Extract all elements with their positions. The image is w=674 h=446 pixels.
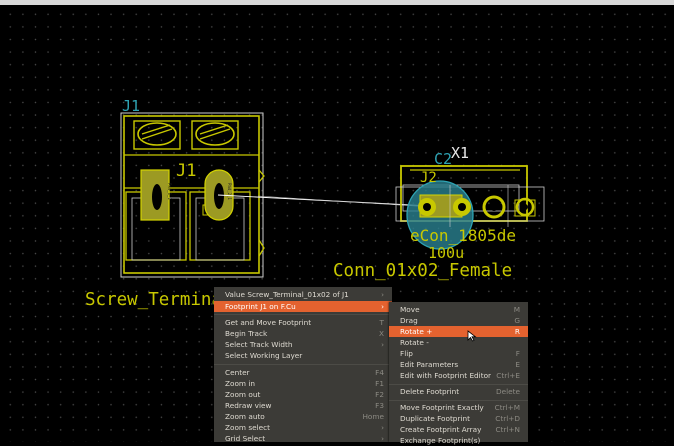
menu-item-shortcut: T xyxy=(379,318,384,327)
menu-item-label: Zoom in xyxy=(225,379,256,388)
menu-item-label: Zoom auto xyxy=(225,412,265,421)
menu-item-shortcut: Home xyxy=(362,412,384,421)
context-menu: Value Screw_Terminal_01x02 of J1 › Footpr… xyxy=(214,287,392,444)
menu-item-redraw-view[interactable]: Redraw view F3 xyxy=(214,400,392,411)
menu-item-label: Move Footprint Exactly xyxy=(400,403,484,412)
submenu-item-duplicate-footprint[interactable]: Duplicate Footprint Ctrl+D xyxy=(389,413,528,424)
footprint-j1[interactable]: Pad_1_1 Pad_2_1 J1 J1 Screw_Termina xyxy=(85,97,265,310)
overlapping-value-1: eCon_1805de xyxy=(410,226,516,245)
menu-item-footprint[interactable]: Footprint J1 on F.Cu › xyxy=(214,301,392,312)
submenu-item-exchange-footprints[interactable]: Exchange Footprint(s) xyxy=(389,435,528,446)
menu-item-label: Select Working Layer xyxy=(225,351,303,360)
menu-item-label: Duplicate Footprint xyxy=(400,414,470,423)
j1-value-label: Screw_Termina xyxy=(85,290,222,310)
submenu-item-rotate-minus[interactable]: Rotate - xyxy=(389,337,528,348)
menu-item-label: Begin Track xyxy=(225,329,268,338)
submenu-arrow-icon: › xyxy=(381,302,384,311)
footprint-cluster-j2[interactable]: C2 X1 J2 eCon_1805de 100u Conn_01x02_Fem… xyxy=(333,144,545,281)
menu-item-zoom-out[interactable]: Zoom out F2 xyxy=(214,389,392,400)
submenu-item-delete-footprint[interactable]: Delete Footprint Delete xyxy=(389,386,528,397)
menu-item-shortcut: X xyxy=(379,329,384,338)
screw-head-1 xyxy=(133,120,181,150)
mouse-pointer-icon xyxy=(467,330,477,342)
menu-item-center[interactable]: Center F4 xyxy=(214,367,392,378)
submenu-arrow-icon: › xyxy=(381,290,384,299)
submenu-item-edit-with-footprint-editor[interactable]: Edit with Footprint Editor Ctrl+E xyxy=(389,370,528,381)
menu-item-shortcut: F1 xyxy=(375,379,384,388)
j1-fab-reference: J1 xyxy=(122,97,140,115)
submenu-item-move[interactable]: Move M xyxy=(389,304,528,315)
submenu-item-edit-parameters[interactable]: Edit Parameters E xyxy=(389,359,528,370)
menu-item-label: Rotate - xyxy=(400,338,429,347)
menu-item-select-track-width[interactable]: Select Track Width › xyxy=(214,339,392,350)
menu-item-shortcut: E xyxy=(515,360,520,369)
menu-item-label: Get and Move Footprint xyxy=(225,318,312,327)
pad-1-label: Pad_1_1 xyxy=(167,183,172,200)
menu-item-zoom-in[interactable]: Zoom in F1 xyxy=(214,378,392,389)
j1-silk-reference: J1 xyxy=(176,161,196,181)
menu-item-label: Flip xyxy=(400,349,413,358)
menu-item-shortcut: G xyxy=(514,316,520,325)
menu-item-shortcut: Ctrl+N xyxy=(495,425,520,434)
menu-item-label: Delete Footprint xyxy=(400,387,460,396)
menu-item-label: Redraw view xyxy=(225,401,272,410)
screw-head-2 xyxy=(191,120,239,150)
menu-item-label: Footprint J1 on F.Cu xyxy=(225,302,296,311)
menu-item-shortcut: F4 xyxy=(375,368,384,377)
submenu-arrow-icon: › xyxy=(381,434,384,443)
overlapping-value-2: 100u xyxy=(428,244,464,262)
menu-item-label: Value Screw_Terminal_01x02 of J1 xyxy=(225,290,349,299)
menu-item-label: Zoom select xyxy=(225,423,271,432)
menu-item-shortcut: Ctrl+E xyxy=(496,371,520,380)
menu-item-label: Select Track Width xyxy=(225,340,293,349)
menu-item-begin-track[interactable]: Begin Track X xyxy=(214,328,392,339)
menu-item-label: Create Footprint Array xyxy=(400,425,482,434)
x1-reference: X1 xyxy=(451,144,469,162)
submenu-item-rotate-plus[interactable]: Rotate + R xyxy=(389,326,528,337)
menu-item-label: Zoom out xyxy=(225,390,261,399)
footprint-submenu: Move M Drag G Rotate + R Rotate - Flip F Edi… xyxy=(389,302,528,445)
menu-item-shortcut: Ctrl+M xyxy=(494,403,520,412)
submenu-item-flip[interactable]: Flip F xyxy=(389,348,528,359)
menu-item-label: Center xyxy=(225,368,250,377)
pad-2-label: Pad_2_1 xyxy=(227,183,232,200)
submenu-item-move-exactly[interactable]: Move Footprint Exactly Ctrl+M xyxy=(389,402,528,413)
menu-item-label: Exchange Footprint(s) xyxy=(400,436,481,445)
menu-item-zoom-auto[interactable]: Zoom auto Home xyxy=(214,411,392,422)
submenu-arrow-icon: › xyxy=(381,423,384,432)
c2-reference: C2 xyxy=(434,150,452,168)
menu-item-label: Rotate + xyxy=(400,327,433,336)
menu-item-grid-select[interactable]: Grid Select › xyxy=(214,433,392,444)
menu-item-label: Move xyxy=(400,305,420,314)
j2-value-label: Conn_01x02_Female xyxy=(333,261,512,281)
submenu-arrow-icon: › xyxy=(381,340,384,349)
menu-item-shortcut: M xyxy=(513,305,520,314)
menu-item-label: Edit Parameters xyxy=(400,360,459,369)
menu-item-label: Edit with Footprint Editor xyxy=(400,371,492,380)
menu-item-shortcut: Delete xyxy=(496,387,520,396)
menu-item-shortcut: F2 xyxy=(375,390,384,399)
submenu-item-drag[interactable]: Drag G xyxy=(389,315,528,326)
menu-item-shortcut: F xyxy=(515,349,520,358)
menu-item-zoom-select[interactable]: Zoom select › xyxy=(214,422,392,433)
menu-item-label: Drag xyxy=(400,316,418,325)
menu-item-get-move-footprint[interactable]: Get and Move Footprint T xyxy=(214,317,392,328)
menu-item-select-working-layer[interactable]: Select Working Layer xyxy=(214,350,392,361)
menu-item-shortcut: R xyxy=(514,327,520,336)
submenu-item-create-footprint-array[interactable]: Create Footprint Array Ctrl+N xyxy=(389,424,528,435)
j2-reference: J2 xyxy=(420,170,437,186)
menu-item-value[interactable]: Value Screw_Terminal_01x02 of J1 › xyxy=(214,289,392,300)
menu-item-shortcut: F3 xyxy=(375,401,384,410)
menu-item-shortcut: Ctrl+D xyxy=(495,414,520,423)
